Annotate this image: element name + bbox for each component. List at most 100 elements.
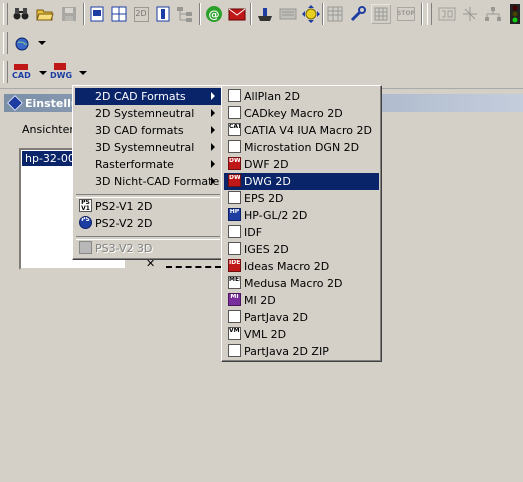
format-partjava-2d-icon bbox=[228, 310, 241, 323]
grid-select-icon[interactable] bbox=[371, 4, 391, 24]
submenu-item-medusa-macro-2d[interactable]: MEDMedusa Macro 2D bbox=[224, 275, 379, 292]
hierarchy-icon[interactable] bbox=[483, 4, 503, 24]
cad-formats-submenu: AllPlan 2DCADkey Macro 2DCATIACATIA V4 I… bbox=[221, 85, 382, 362]
toolbar-separator bbox=[421, 3, 423, 25]
toolbar-grip[interactable] bbox=[427, 3, 432, 25]
submenu-item-label: DWG 2D bbox=[244, 175, 291, 188]
ansichten-label: Ansichten bbox=[22, 123, 77, 136]
table-icon[interactable] bbox=[325, 4, 345, 24]
submenu-item-label: Ideas Macro 2D bbox=[244, 260, 330, 273]
toolbar-grip[interactable] bbox=[3, 61, 8, 83]
submenu-item-mi-2d[interactable]: MI MI 2D bbox=[224, 292, 379, 309]
menu-item-ps2-v2-2d[interactable]: PS PS2-V2 2D bbox=[75, 215, 221, 232]
menu-item-ps3-v2-3d-disabled: PS3-V2 3D bbox=[75, 240, 221, 257]
submenu-item-vml-2d[interactable]: VMLVML 2D bbox=[224, 326, 379, 343]
main-toolbar: 2D @ STOP bbox=[0, 0, 523, 30]
format-dwf-2d-icon: DWF bbox=[228, 157, 241, 170]
submenu-item-hp-gl-2-2d[interactable]: HP HP-GL/2 2D bbox=[224, 207, 379, 224]
submenu-item-allplan-2d[interactable]: AllPlan 2D bbox=[224, 88, 379, 105]
format-microstation-dgn-2d-icon bbox=[228, 140, 241, 153]
submenu-item-iges-2d[interactable]: IGES 2D bbox=[224, 241, 379, 258]
mail-icon[interactable] bbox=[227, 4, 247, 24]
format-idf-icon bbox=[228, 225, 241, 238]
ps-globe-icon: PS bbox=[79, 216, 92, 229]
format-vml-2d-icon: VML bbox=[228, 327, 241, 340]
submenu-item-ideas-macro-2d[interactable]: IDEASIdeas Macro 2D bbox=[224, 258, 379, 275]
binoculars-icon[interactable] bbox=[11, 4, 31, 24]
submenu-item-microstation-dgn-2d[interactable]: Microstation DGN 2D bbox=[224, 139, 379, 156]
submenu-arrow-icon bbox=[211, 92, 215, 100]
2d-icon[interactable]: 2D bbox=[131, 4, 151, 24]
traffic-light-icon[interactable] bbox=[505, 4, 523, 24]
neo-icon[interactable] bbox=[437, 4, 457, 24]
move-icon[interactable] bbox=[301, 4, 321, 24]
submenu-arrow-icon bbox=[211, 160, 215, 168]
submenu-item-label: PartJava 2D bbox=[244, 311, 308, 324]
submenu-item-label: PartJava 2D ZIP bbox=[244, 345, 329, 358]
submenu-item-label: Medusa Macro 2D bbox=[244, 277, 343, 290]
submenu-item-dwg-2d[interactable]: DWGDWG 2D bbox=[224, 173, 379, 190]
submenu-item-partjava-2d-zip[interactable]: PartJava 2D ZIP bbox=[224, 343, 379, 360]
menu-item-3d-cad-formats[interactable]: 3D CAD formats bbox=[75, 122, 221, 139]
submenu-item-dwf-2d[interactable]: DWFDWF 2D bbox=[224, 156, 379, 173]
submenu-item-label: IGES 2D bbox=[244, 243, 289, 256]
submenu-item-label: MI 2D bbox=[244, 294, 276, 307]
submenu-arrow-icon bbox=[211, 109, 215, 117]
settings-icon bbox=[7, 95, 23, 111]
submenu-item-label: IDF bbox=[244, 226, 263, 239]
menu-item-rasterformate[interactable]: Rasterformate bbox=[75, 156, 221, 173]
submenu-item-label: DWF 2D bbox=[244, 158, 289, 171]
at-sign-icon[interactable]: @ bbox=[204, 4, 224, 24]
format-medusa-macro-2d-icon: MED bbox=[228, 276, 241, 289]
format-menu: 2D CAD Formats 2D Systemneutral 3D CAD f… bbox=[72, 85, 224, 260]
connect-icon[interactable] bbox=[460, 4, 480, 24]
grid-icon[interactable] bbox=[109, 4, 129, 24]
submenu-item-cadkey-macro-2d[interactable]: CADkey Macro 2D bbox=[224, 105, 379, 122]
toolbar-separator bbox=[250, 3, 252, 25]
submenu-item-idf[interactable]: IDF bbox=[224, 224, 379, 241]
menu-item-3d-systemneutral[interactable]: 3D Systemneutral bbox=[75, 139, 221, 156]
tools-icon[interactable] bbox=[255, 4, 275, 24]
format-catia-v4-iua-macro-2d-icon: CATIA bbox=[228, 123, 241, 136]
format-cadkey-macro-2d-icon bbox=[228, 106, 241, 119]
secondary-toolbar bbox=[0, 29, 523, 59]
dwg-export-icon[interactable]: DWG bbox=[50, 63, 72, 83]
submenu-item-label: EPS 2D bbox=[244, 192, 284, 205]
wrench-icon[interactable] bbox=[348, 4, 368, 24]
save-icon[interactable] bbox=[59, 4, 79, 24]
submenu-arrow-icon bbox=[211, 143, 215, 151]
cad-export-icon[interactable]: CAD bbox=[12, 63, 32, 83]
dropdown-arrow-icon[interactable] bbox=[32, 33, 52, 53]
submenu-item-eps-2d[interactable]: EPS 2D bbox=[224, 190, 379, 207]
menu-item-2d-cad-formats[interactable]: 2D CAD Formats bbox=[75, 88, 221, 105]
format-mi-2d-icon: MI bbox=[228, 293, 241, 306]
format-ideas-macro-2d-icon: IDEAS bbox=[228, 259, 241, 272]
format-iges-2d-icon bbox=[228, 242, 241, 255]
submenu-item-label: CADkey Macro 2D bbox=[244, 107, 343, 120]
menu-item-2d-systemneutral[interactable]: 2D Systemneutral bbox=[75, 105, 221, 122]
toolbar-separator bbox=[322, 3, 324, 25]
format-eps-2d-icon bbox=[228, 191, 241, 204]
stop-icon[interactable]: STOP bbox=[396, 4, 416, 24]
doc-view-icon[interactable] bbox=[153, 4, 173, 24]
menu-item-ps2-v1-2d[interactable]: PS V1 PS2-V1 2D bbox=[75, 198, 221, 215]
toolbar-grip[interactable] bbox=[3, 3, 8, 25]
submenu-item-label: CATIA V4 IUA Macro 2D bbox=[244, 124, 372, 137]
globe-icon[interactable] bbox=[12, 33, 32, 53]
submenu-item-catia-v4-iua-macro-2d[interactable]: CATIACATIA V4 IUA Macro 2D bbox=[224, 122, 379, 139]
keyboard-icon[interactable] bbox=[278, 4, 298, 24]
submenu-arrow-icon bbox=[211, 177, 215, 185]
submenu-item-partjava-2d[interactable]: PartJava 2D bbox=[224, 309, 379, 326]
document-icon[interactable] bbox=[87, 4, 107, 24]
toolbar-separator bbox=[199, 3, 201, 25]
submenu-arrow-icon bbox=[211, 126, 215, 134]
toolbar-separator bbox=[83, 3, 85, 25]
toolbar-grip[interactable] bbox=[3, 32, 8, 54]
dropdown-arrow-icon[interactable] bbox=[73, 63, 93, 83]
submenu-item-label: VML 2D bbox=[244, 328, 287, 341]
menu-item-3d-nicht-cad-formate[interactable]: 3D Nicht-CAD Formate bbox=[75, 173, 221, 190]
submenu-item-label: Microstation DGN 2D bbox=[244, 141, 360, 154]
tree-icon[interactable] bbox=[175, 4, 195, 24]
format-allplan-2d-icon bbox=[228, 89, 241, 102]
open-folder-icon[interactable] bbox=[35, 4, 55, 24]
